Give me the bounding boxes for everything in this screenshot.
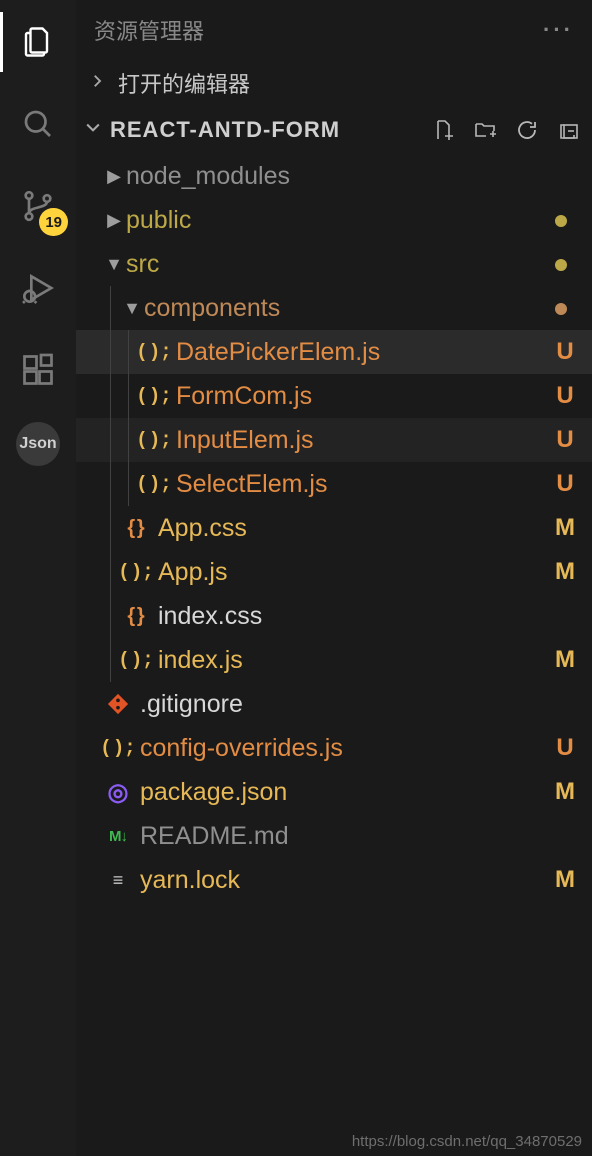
file-label: FormCom.js xyxy=(176,382,552,411)
css-file-icon: { } xyxy=(120,517,152,540)
file-label: index.js xyxy=(158,646,552,675)
folder-label: node_modules xyxy=(126,162,578,191)
new-folder-icon[interactable] xyxy=(472,117,498,143)
markdown-file-icon: M↓ xyxy=(102,828,134,845)
file-row[interactable]: ( ); InputElem.jsU xyxy=(76,418,592,462)
file-row[interactable]: ( ); config-overrides.jsU xyxy=(76,726,592,770)
explorer-panel: 资源管理器 ··· 打开的编辑器 REACT-ANTD-FORM xyxy=(76,0,592,1156)
git-status-badge: M xyxy=(552,646,578,674)
project-header-actions xyxy=(430,117,582,143)
js-file-icon: ( ); xyxy=(102,737,134,759)
status-dot xyxy=(552,294,578,322)
git-status-badge: M xyxy=(552,514,578,542)
js-file-icon: ( ); xyxy=(138,341,170,363)
file-row[interactable]: { } index.css xyxy=(76,594,592,638)
triangle-down-icon: ▼ xyxy=(102,254,126,275)
triangle-down-icon: ▼ xyxy=(120,298,144,319)
file-label: SelectElem.js xyxy=(176,470,552,499)
watermark: https://blog.csdn.net/qq_34870529 xyxy=(352,1133,582,1150)
new-file-icon[interactable] xyxy=(430,117,456,143)
folder-row[interactable]: ▼src xyxy=(76,242,592,286)
activity-json-ext[interactable]: Json xyxy=(16,422,60,466)
git-status-badge: U xyxy=(552,734,578,762)
js-file-icon: ( ); xyxy=(120,561,152,583)
file-row[interactable]: M↓ README.md xyxy=(76,814,592,858)
file-label: App.js xyxy=(158,558,552,587)
activity-search[interactable] xyxy=(14,100,62,148)
activity-extensions[interactable] xyxy=(14,346,62,394)
file-label: DatePickerElem.js xyxy=(176,338,552,367)
git-status-badge: U xyxy=(552,382,578,410)
activity-scm[interactable]: 19 xyxy=(14,182,62,230)
status-dot xyxy=(552,250,578,278)
status-dot xyxy=(552,206,578,234)
js-file-icon: ( ); xyxy=(120,649,152,671)
file-label: README.md xyxy=(140,822,578,851)
explorer-title: 资源管理器 xyxy=(94,14,204,46)
git-status-badge: M xyxy=(552,558,578,586)
file-row[interactable]: .gitignore xyxy=(76,682,592,726)
file-row[interactable]: { } App.cssM xyxy=(76,506,592,550)
collapse-all-icon[interactable] xyxy=(556,117,582,143)
folder-label: components xyxy=(144,294,552,323)
file-row[interactable]: ( ); App.jsM xyxy=(76,550,592,594)
folder-label: public xyxy=(126,206,552,235)
file-label: config-overrides.js xyxy=(140,734,552,763)
js-file-icon: ( ); xyxy=(138,429,170,451)
git-status-badge: U xyxy=(552,338,578,366)
files-icon xyxy=(20,24,56,60)
file-label: yarn.lock xyxy=(140,866,552,895)
folder-row[interactable]: ▼components xyxy=(76,286,592,330)
file-label: package.json xyxy=(140,778,552,807)
open-editors-label: 打开的编辑器 xyxy=(118,67,250,99)
file-label: App.css xyxy=(158,514,552,543)
refresh-icon[interactable] xyxy=(514,117,540,143)
git-status-badge: M xyxy=(552,866,578,894)
file-row[interactable]: ≡ yarn.lockM xyxy=(76,858,592,902)
json-file-icon: ◎ xyxy=(102,778,134,807)
json-ext-label: Json xyxy=(19,435,56,453)
git-status-badge: M xyxy=(552,778,578,806)
file-row[interactable]: ( ); DatePickerElem.jsU xyxy=(76,330,592,374)
folder-label: src xyxy=(126,250,552,279)
activity-explorer[interactable] xyxy=(14,18,62,66)
css-file-icon: { } xyxy=(120,605,152,628)
run-debug-icon xyxy=(18,268,58,308)
project-header[interactable]: REACT-ANTD-FORM xyxy=(76,106,592,154)
chevron-down-icon xyxy=(82,117,104,143)
section-open-editors[interactable]: 打开的编辑器 xyxy=(76,60,592,106)
extensions-icon xyxy=(20,352,56,388)
more-icon[interactable]: ··· xyxy=(543,17,574,43)
search-icon xyxy=(20,106,56,142)
folder-row[interactable]: ▶node_modules xyxy=(76,154,592,198)
file-label: index.css xyxy=(158,602,578,631)
file-row[interactable]: ◎package.jsonM xyxy=(76,770,592,814)
file-tree: ▶node_modules▶public▼src▼components( );D… xyxy=(76,154,592,1156)
activity-bar: 19 Json xyxy=(0,0,76,1156)
folder-row[interactable]: ▶public xyxy=(76,198,592,242)
file-label: InputElem.js xyxy=(176,426,552,455)
text-file-icon: ≡ xyxy=(102,870,134,891)
triangle-right-icon: ▶ xyxy=(102,210,126,231)
explorer-title-bar: 资源管理器 ··· xyxy=(76,0,592,60)
js-file-icon: ( ); xyxy=(138,473,170,495)
file-label: .gitignore xyxy=(140,690,578,719)
git-status-badge: U xyxy=(552,470,578,498)
git-status-badge: U xyxy=(552,426,578,454)
scm-badge: 19 xyxy=(39,208,68,236)
js-file-icon: ( ); xyxy=(138,385,170,407)
triangle-right-icon: ▶ xyxy=(102,166,126,187)
file-row[interactable]: ( ); SelectElem.jsU xyxy=(76,462,592,506)
project-name: REACT-ANTD-FORM xyxy=(110,117,424,143)
file-row[interactable]: ( ); FormCom.jsU xyxy=(76,374,592,418)
chevron-right-icon xyxy=(86,70,108,96)
activity-run[interactable] xyxy=(14,264,62,312)
file-row[interactable]: ( ); index.jsM xyxy=(76,638,592,682)
git-file-icon xyxy=(102,693,134,715)
